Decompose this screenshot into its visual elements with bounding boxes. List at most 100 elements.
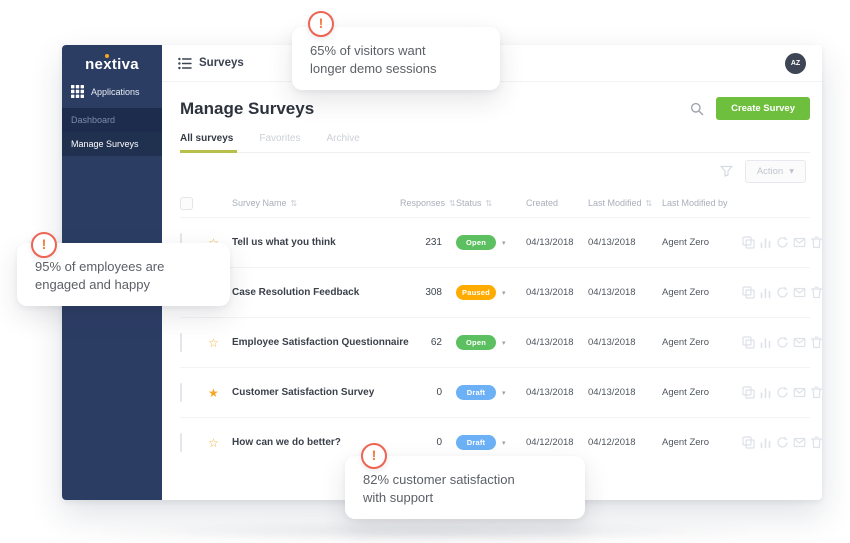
row-actions — [742, 336, 829, 349]
created-date: 04/12/2018 — [526, 437, 588, 448]
sidebar-nav: Dashboard Manage Surveys — [62, 108, 162, 156]
favorite-star-icon[interactable]: ☆ — [208, 336, 219, 350]
modified-by: Agent Zero — [662, 387, 742, 398]
modified-by: Agent Zero — [662, 287, 742, 298]
column-header-responses[interactable]: Responses ⇅ — [400, 198, 456, 208]
sort-icon[interactable]: ⇅ — [291, 199, 298, 208]
responses-count: 62 — [400, 337, 456, 348]
create-survey-button[interactable]: Create Survey — [716, 97, 810, 120]
delete-icon[interactable] — [810, 386, 823, 399]
duplicate-icon[interactable] — [742, 386, 755, 399]
export-icon[interactable] — [793, 336, 806, 349]
callout-employee-engagement: ! 95% of employees are engaged and happy — [17, 243, 230, 306]
tabs: All surveys Favorites Archive — [180, 133, 810, 153]
avatar[interactable]: AZ — [785, 53, 806, 74]
column-header-status[interactable]: Status ⇅ — [456, 198, 526, 208]
analytics-icon[interactable] — [759, 286, 772, 299]
refresh-icon[interactable] — [776, 286, 789, 299]
callout-line: longer demo sessions — [310, 60, 484, 78]
status-caret-icon[interactable]: ▾ — [502, 439, 506, 447]
callout-demo-sessions: ! 65% of visitors want longer demo sessi… — [292, 27, 500, 90]
refresh-icon[interactable] — [776, 386, 789, 399]
callout-line: 65% of visitors want — [310, 42, 484, 60]
created-date: 04/13/2018 — [526, 337, 588, 348]
search-icon[interactable] — [690, 102, 704, 116]
duplicate-icon[interactable] — [742, 286, 755, 299]
row-checkbox[interactable] — [180, 433, 182, 452]
modified-by: Agent Zero — [662, 437, 742, 448]
favorite-star-icon[interactable]: ☆ — [208, 436, 219, 450]
row-actions — [742, 236, 829, 249]
status-caret-icon[interactable]: ▾ — [502, 339, 506, 347]
tab-favorites[interactable]: Favorites — [259, 133, 300, 152]
topbar-title-label: Surveys — [199, 57, 244, 69]
floor-shadow — [80, 523, 770, 539]
export-icon[interactable] — [793, 286, 806, 299]
survey-name[interactable]: Customer Satisfaction Survey — [232, 387, 400, 398]
export-icon[interactable] — [793, 436, 806, 449]
delete-icon[interactable] — [810, 436, 823, 449]
modified-by: Agent Zero — [662, 337, 742, 348]
modified-date: 04/12/2018 — [588, 437, 662, 448]
column-header-last-modified[interactable]: Last Modified ⇅ — [588, 198, 662, 208]
status-caret-icon[interactable]: ▾ — [502, 239, 506, 247]
analytics-icon[interactable] — [759, 336, 772, 349]
duplicate-icon[interactable] — [742, 336, 755, 349]
brand-logo: nextiva — [62, 45, 162, 73]
callout-line: 95% of employees are — [35, 258, 214, 276]
action-button[interactable]: Action ▾ — [745, 160, 806, 183]
survey-name[interactable]: Case Resolution Feedback — [232, 287, 400, 298]
sidebar-item-manage-surveys[interactable]: Manage Surveys — [62, 132, 162, 156]
refresh-icon[interactable] — [776, 236, 789, 249]
status-badge[interactable]: Open — [456, 335, 496, 350]
content: Manage Surveys Create Survey All surveys… — [162, 82, 822, 500]
export-icon[interactable] — [793, 236, 806, 249]
filter-icon[interactable] — [720, 165, 733, 177]
refresh-icon[interactable] — [776, 336, 789, 349]
status-badge[interactable]: Draft — [456, 385, 496, 400]
delete-icon[interactable] — [810, 336, 823, 349]
row-checkbox[interactable] — [180, 333, 182, 352]
caret-down-icon: ▾ — [789, 166, 794, 177]
toolbar: Action ▾ — [180, 153, 810, 189]
created-date: 04/13/2018 — [526, 287, 588, 298]
alert-icon: ! — [308, 11, 334, 37]
export-icon[interactable] — [793, 386, 806, 399]
delete-icon[interactable] — [810, 236, 823, 249]
responses-count: 308 — [400, 287, 456, 298]
status-badge[interactable]: Paused — [456, 285, 496, 300]
column-header-last-modified-by[interactable]: Last Modified by — [662, 198, 742, 208]
alert-icon: ! — [361, 443, 387, 469]
column-header-created[interactable]: Created — [526, 198, 588, 208]
sort-icon[interactable]: ⇅ — [646, 199, 653, 208]
row-checkbox[interactable] — [180, 383, 182, 402]
duplicate-icon[interactable] — [742, 236, 755, 249]
favorite-star-icon[interactable]: ★ — [208, 386, 219, 400]
duplicate-icon[interactable] — [742, 436, 755, 449]
tab-archive[interactable]: Archive — [327, 133, 360, 152]
row-actions — [742, 286, 829, 299]
responses-count: 0 — [400, 387, 456, 398]
analytics-icon[interactable] — [759, 236, 772, 249]
analytics-icon[interactable] — [759, 436, 772, 449]
modified-date: 04/13/2018 — [588, 387, 662, 398]
sidebar-item-applications[interactable]: Applications — [62, 73, 162, 108]
modified-date: 04/13/2018 — [588, 237, 662, 248]
responses-count: 0 — [400, 437, 456, 448]
survey-name[interactable]: Employee Satisfaction Questionnaire — [232, 337, 400, 348]
table-row: ★ Customer Satisfaction Survey 0 Draft ▾… — [180, 367, 810, 417]
survey-name[interactable]: Tell us what you think — [232, 237, 400, 248]
sort-icon[interactable]: ⇅ — [449, 199, 456, 208]
refresh-icon[interactable] — [776, 436, 789, 449]
analytics-icon[interactable] — [759, 386, 772, 399]
delete-icon[interactable] — [810, 286, 823, 299]
tab-all-surveys[interactable]: All surveys — [180, 133, 233, 152]
status-badge[interactable]: Open — [456, 235, 496, 250]
column-header-survey-name[interactable]: Survey Name ⇅ — [232, 198, 400, 208]
select-all-checkbox[interactable] — [180, 197, 193, 210]
sort-icon[interactable]: ⇅ — [486, 199, 493, 208]
sidebar-item-dashboard[interactable]: Dashboard — [62, 108, 162, 132]
status-badge[interactable]: Draft — [456, 435, 496, 450]
status-caret-icon[interactable]: ▾ — [502, 289, 506, 297]
status-caret-icon[interactable]: ▾ — [502, 389, 506, 397]
